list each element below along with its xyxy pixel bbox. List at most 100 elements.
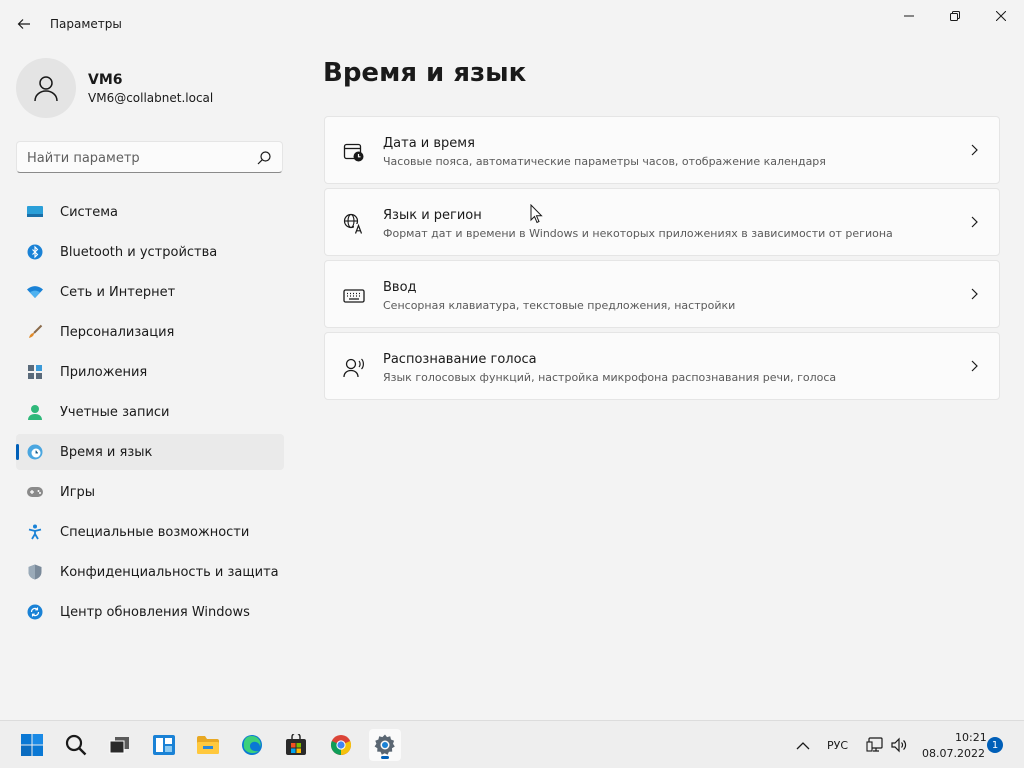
card-title: Дата и время	[383, 136, 475, 151]
wifi-icon	[26, 283, 44, 301]
network-icon[interactable]	[866, 736, 884, 754]
sidebar-item-system[interactable]: Система	[16, 194, 284, 230]
settings-icon	[374, 734, 395, 755]
chevron-right-icon	[971, 216, 978, 228]
shield-icon	[26, 563, 44, 581]
start-button[interactable]	[16, 729, 48, 761]
widgets-icon	[153, 735, 175, 755]
sidebar-item-label: Приложения	[60, 364, 148, 380]
sidebar-item-label: Конфиденциальность и защита	[60, 564, 279, 580]
arrow-left-icon	[17, 19, 30, 29]
keyboard-icon	[343, 289, 365, 303]
globe-clock-icon	[26, 443, 44, 461]
minimize-button[interactable]	[886, 0, 932, 32]
accessibility-icon	[26, 523, 44, 541]
edge-button[interactable]	[236, 729, 268, 761]
card-speech[interactable]: Распознавание голоса Язык голосовых функ…	[324, 332, 1000, 400]
widgets-button[interactable]	[148, 729, 180, 761]
close-button[interactable]	[978, 0, 1024, 32]
card-date-time[interactable]: Дата и время Часовые пояса, автоматическ…	[324, 116, 1000, 184]
person-icon	[26, 403, 44, 421]
apps-icon	[26, 363, 44, 381]
file-explorer-icon	[197, 736, 219, 754]
store-button[interactable]	[280, 729, 312, 761]
search-box[interactable]	[16, 141, 283, 173]
search-icon	[65, 734, 87, 756]
sidebar-nav: Система Bluetooth и устройства Сеть и Ин…	[16, 194, 284, 634]
taskbar-search-button[interactable]	[60, 729, 92, 761]
chrome-button[interactable]	[325, 729, 357, 761]
sidebar-item-personalization[interactable]: Персонализация	[16, 314, 284, 350]
close-icon	[996, 11, 1006, 21]
task-view-button[interactable]	[104, 729, 136, 761]
card-title: Язык и регион	[383, 208, 482, 223]
update-icon	[26, 603, 44, 621]
sidebar-item-network[interactable]: Сеть и Интернет	[16, 274, 284, 310]
sidebar-item-label: Bluetooth и устройства	[60, 244, 218, 260]
user-name: VM6	[88, 72, 123, 88]
mouse-cursor-icon	[530, 204, 543, 224]
sidebar-item-label: Персонализация	[60, 324, 175, 340]
sidebar-item-label: Система	[60, 204, 119, 220]
volume-icon[interactable]	[890, 736, 908, 754]
file-explorer-button[interactable]	[192, 729, 224, 761]
restore-icon	[950, 11, 960, 21]
card-description: Часовые пояса, автоматические параметры …	[383, 155, 826, 168]
card-description: Формат дат и времени в Windows и некотор…	[383, 227, 893, 240]
speech-icon	[343, 358, 364, 378]
sidebar-item-privacy[interactable]: Конфиденциальность и защита	[16, 554, 284, 590]
brush-icon	[26, 323, 44, 341]
sidebar-item-label: Игры	[60, 484, 96, 500]
active-app-indicator	[381, 756, 389, 759]
chevron-right-icon	[971, 360, 978, 372]
sidebar-item-time-language[interactable]: Время и язык	[16, 434, 284, 470]
card-description: Язык голосовых функций, настройка микроф…	[383, 371, 837, 384]
start-icon	[21, 734, 43, 756]
back-button[interactable]	[10, 10, 38, 38]
page-title: Время и язык	[323, 58, 527, 88]
edge-icon	[242, 735, 262, 755]
input-language-indicator[interactable]: РУС	[827, 739, 848, 752]
card-title: Ввод	[383, 280, 417, 295]
sidebar-item-label: Сеть и Интернет	[60, 284, 176, 300]
sidebar-item-label: Время и язык	[60, 444, 153, 460]
system-icon	[26, 203, 44, 221]
chevron-right-icon	[971, 288, 978, 300]
sidebar-item-gaming[interactable]: Игры	[16, 474, 284, 510]
minimize-icon	[904, 15, 914, 17]
clock-time[interactable]: 10:21	[955, 731, 987, 744]
chrome-icon	[330, 735, 352, 756]
card-title: Распознавание голоса	[383, 352, 537, 367]
sidebar-item-label: Центр обновления Windows	[60, 604, 250, 620]
sidebar-item-apps[interactable]: Приложения	[16, 354, 284, 390]
sidebar-item-windows-update[interactable]: Центр обновления Windows	[16, 594, 284, 630]
user-email: VM6@collabnet.local	[88, 91, 214, 105]
sidebar-item-bluetooth[interactable]: Bluetooth и устройства	[16, 234, 284, 270]
card-typing[interactable]: Ввод Сенсорная клавиатура, текстовые пре…	[324, 260, 1000, 328]
bluetooth-icon	[26, 243, 44, 261]
maximize-button[interactable]	[932, 0, 978, 32]
card-language-region[interactable]: Язык и регион Формат дат и времени в Win…	[324, 188, 1000, 256]
chevron-right-icon	[971, 144, 978, 156]
settings-cards: Дата и время Часовые пояса, автоматическ…	[324, 116, 1000, 404]
sidebar-item-label: Специальные возможности	[60, 524, 250, 540]
settings-window: Параметры VM6 VM6@collabnet.local Найти …	[0, 0, 1024, 720]
search-input[interactable]	[27, 148, 247, 168]
clock-date[interactable]: 08.07.2022	[922, 747, 985, 760]
card-description: Сенсорная клавиатура, текстовые предложе…	[383, 299, 736, 312]
language-icon	[343, 213, 364, 234]
sidebar-item-accounts[interactable]: Учетные записи	[16, 394, 284, 430]
sidebar-item-accessibility[interactable]: Специальные возможности	[16, 514, 284, 550]
titlebar: Параметры	[0, 0, 1024, 48]
chevron-up-icon[interactable]	[794, 737, 812, 755]
task-view-icon	[109, 737, 129, 754]
user-icon	[34, 76, 58, 102]
calendar-clock-icon	[343, 143, 364, 162]
settings-button[interactable]	[369, 729, 401, 761]
window-title: Параметры	[50, 17, 122, 31]
avatar[interactable]	[16, 58, 76, 118]
store-icon	[286, 734, 306, 755]
search-icon[interactable]	[256, 150, 272, 166]
taskbar: РУС 10:21 08.07.2022 1	[0, 720, 1024, 768]
notification-badge[interactable]: 1	[987, 737, 1003, 753]
